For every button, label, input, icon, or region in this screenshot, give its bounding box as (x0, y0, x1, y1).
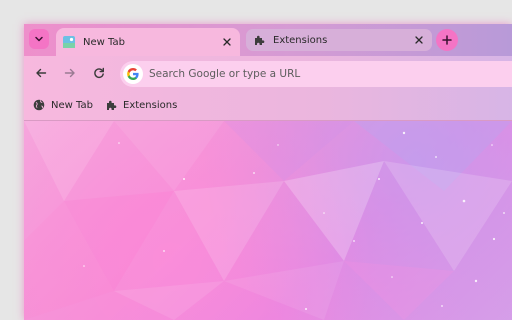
reload-button[interactable] (90, 64, 108, 82)
tab-title: Extensions (273, 34, 328, 46)
background-pattern (24, 121, 512, 320)
close-icon (223, 38, 231, 46)
new-tab-page-background (24, 121, 512, 320)
tab-extensions[interactable]: Extensions (246, 29, 432, 51)
bookmark-new-tab[interactable]: New Tab (33, 97, 93, 113)
reload-icon (94, 67, 104, 78)
bookmark-label: New Tab (51, 99, 93, 111)
bookmark-extensions[interactable]: Extensions (105, 97, 177, 113)
arrow-left-icon (36, 68, 47, 78)
plus-icon (442, 35, 452, 45)
google-g-icon (123, 64, 143, 84)
tab-close-button[interactable] (220, 35, 234, 49)
back-button[interactable] (32, 64, 50, 82)
search-input[interactable] (149, 68, 512, 80)
browser-window: New Tab Extensions Search Google or type… (24, 24, 512, 320)
arrow-right-icon (64, 68, 75, 78)
address-bar[interactable] (120, 61, 512, 87)
tab-strip: New Tab Extensions (24, 24, 512, 56)
new-tab-button[interactable] (436, 29, 458, 51)
chevron-down-icon (35, 36, 43, 42)
new-tab-thumbnail-icon (63, 36, 75, 48)
toolbar (24, 56, 512, 90)
bookmarks-bar: New Tab Extensions (24, 90, 512, 121)
globe-icon (33, 99, 45, 111)
tab-title: New Tab (83, 36, 125, 48)
close-icon (415, 36, 423, 44)
puzzle-piece-icon (255, 35, 265, 45)
bookmark-label: Extensions (123, 99, 178, 111)
tab-search-button[interactable] (29, 29, 49, 49)
puzzle-piece-icon (107, 100, 117, 110)
tab-close-button[interactable] (412, 33, 426, 47)
tab-new-tab[interactable]: New Tab (56, 28, 240, 56)
forward-button[interactable] (61, 64, 79, 82)
